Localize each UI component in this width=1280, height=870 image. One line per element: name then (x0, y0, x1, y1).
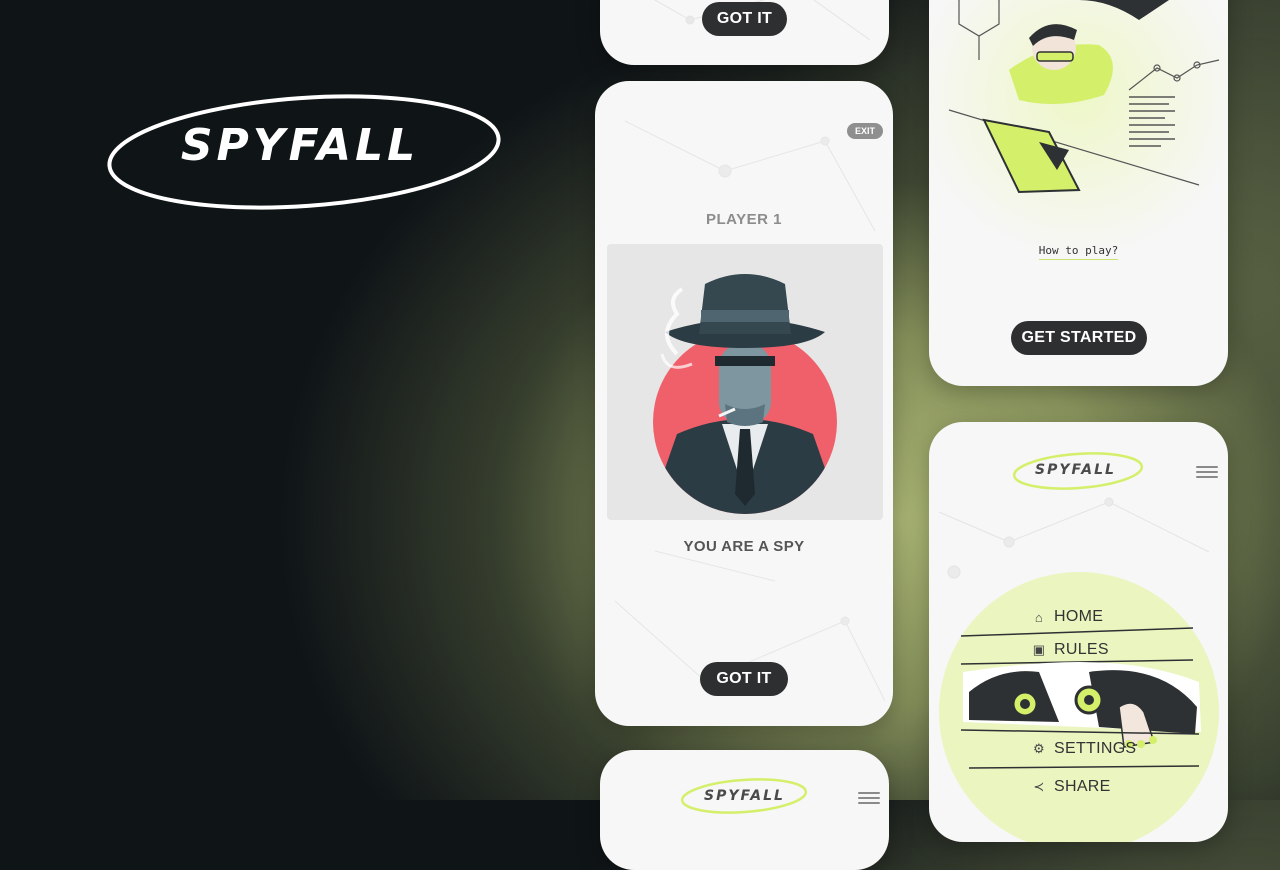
menu-item-settings[interactable]: ⚙ SETTINGS (1032, 740, 1136, 758)
app-logo: SPYFALL (180, 120, 420, 171)
menu-item-label: RULES (1054, 641, 1109, 658)
spy-illustration-frame (607, 244, 883, 520)
menu-item-home[interactable]: ⌂ HOME (1032, 608, 1103, 626)
menu-item-share[interactable]: ≺ SHARE (1032, 778, 1111, 796)
spy-illustration (653, 274, 837, 514)
home-icon: ⌂ (1034, 609, 1044, 625)
got-it-button[interactable]: GOT IT (700, 662, 788, 696)
gear-icon: ⚙ (1033, 741, 1045, 756)
exit-button[interactable]: EXIT (846, 123, 883, 139)
phone-card-menu: SPYFALL ⌂ HOME ▣ RULES ⚙ SETTINGS ≺ SHAR… (929, 422, 1228, 842)
hamburger-menu-icon[interactable] (858, 792, 880, 804)
phone-card-intro: How to play? GET STARTED (929, 0, 1228, 386)
menu-logo: SPYFALL (1035, 462, 1116, 478)
menu-item-label: SETTINGS (1054, 740, 1137, 757)
menu-item-label: HOME (1054, 608, 1104, 625)
how-to-play-link[interactable]: How to play? (929, 244, 1228, 260)
role-text: YOU ARE A SPY (683, 538, 805, 555)
phone-card-spy: EXIT PLAYER 1 YOU ARE A SPY GOT IT (595, 81, 893, 726)
network-pattern (680, 778, 808, 814)
phone-card-top: GOT IT (600, 0, 889, 65)
phone-card-bottom: SPYFALL (600, 750, 889, 870)
rules-icon: ▣ (1032, 642, 1046, 657)
got-it-button-top[interactable]: GOT IT (702, 2, 787, 36)
menu-item-rules[interactable]: ▣ RULES (1032, 641, 1109, 659)
menu-item-label: SHARE (1054, 778, 1111, 795)
hamburger-menu-icon[interactable] (1196, 466, 1218, 478)
share-icon: ≺ (1033, 779, 1045, 794)
player-label: PLAYER 1 (706, 211, 782, 228)
get-started-button[interactable]: GET STARTED (1011, 321, 1147, 355)
bottom-logo: SPYFALL (704, 788, 785, 804)
